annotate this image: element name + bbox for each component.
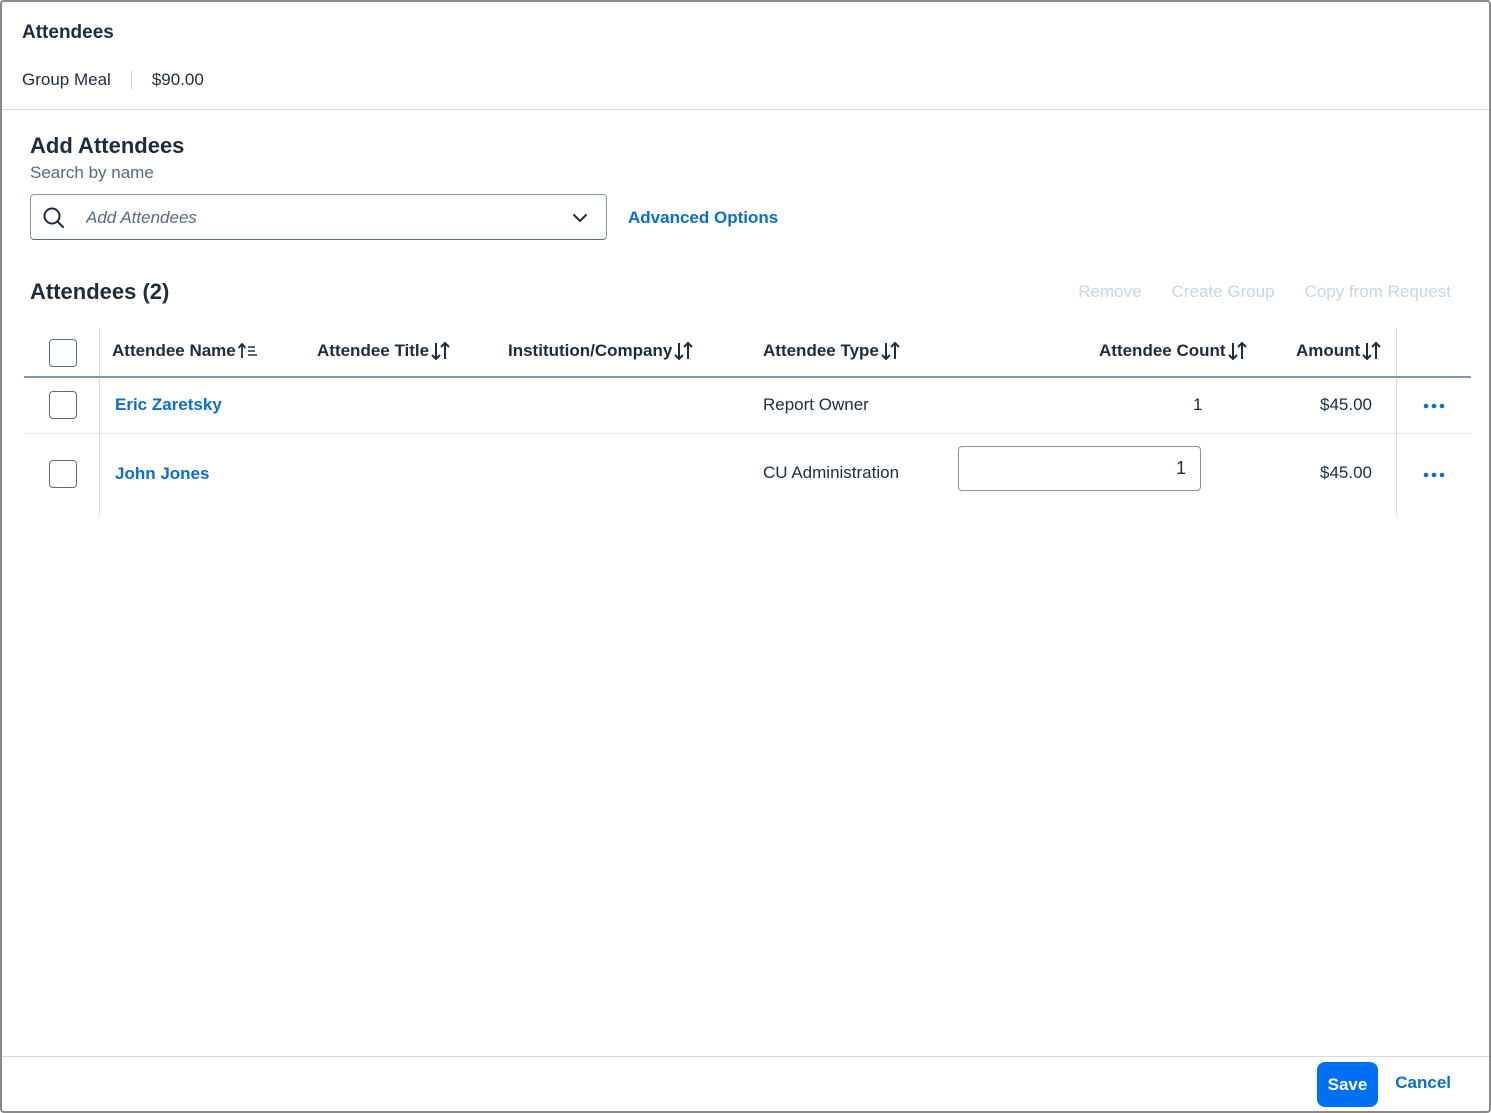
attendee-type: Report Owner [763, 395, 869, 414]
sort-icon [431, 341, 450, 361]
attendee-count: 1 [1193, 395, 1203, 414]
chevron-down-icon[interactable] [571, 209, 589, 227]
sort-icon [1362, 341, 1381, 361]
row-checkbox[interactable] [49, 460, 77, 488]
column-header-count[interactable]: Attendee Count [1099, 341, 1249, 361]
expense-amount: $90.00 [151, 70, 204, 89]
attendees-list-title: Attendees (2) [30, 279, 170, 304]
summary-divider [130, 71, 132, 89]
expense-summary: Group Meal $90.00 [22, 70, 204, 90]
expense-type: Group Meal [22, 70, 111, 89]
copy-from-request-button[interactable]: Copy from Request [1305, 282, 1451, 302]
attendee-count-input[interactable] [958, 446, 1201, 491]
attendees-table: Attendee Name Attendee Title Institution… [24, 329, 1471, 515]
dialog-title: Attendees [22, 22, 114, 43]
remove-button[interactable]: Remove [1078, 282, 1141, 302]
add-attendees-title: Add Attendees [30, 133, 185, 158]
table-header: Attendee Name Attendee Title Institution… [24, 329, 1471, 378]
advanced-options-link[interactable]: Advanced Options [628, 208, 778, 228]
attendee-name-link[interactable]: Eric Zaretsky [115, 395, 222, 415]
sort-icon [881, 341, 900, 361]
dialog-footer: Save Cancel [2, 1056, 1489, 1111]
search-input[interactable] [86, 203, 556, 233]
attendees-dialog: Attendees Group Meal $90.00 Add Attendee… [0, 0, 1491, 1113]
column-header-title[interactable]: Attendee Title [317, 341, 452, 361]
dialog-header: Attendees Group Meal $90.00 [2, 2, 1489, 110]
row-checkbox[interactable] [49, 391, 77, 419]
more-actions-icon[interactable] [1422, 402, 1446, 410]
table-row[interactable]: John Jones CU Administration $45.00 [24, 434, 1471, 514]
select-all-checkbox[interactable] [49, 339, 77, 367]
column-header-company[interactable]: Institution/Company [508, 341, 695, 361]
column-header-amount[interactable]: Amount [1296, 341, 1383, 361]
search-icon [43, 207, 64, 228]
sort-icon [1227, 341, 1247, 361]
save-button[interactable]: Save [1317, 1062, 1378, 1107]
more-actions-icon[interactable] [1422, 471, 1446, 479]
attendees-toolbar: Remove Create Group Copy from Request [1078, 282, 1451, 302]
attendee-name-link[interactable]: John Jones [115, 464, 209, 484]
sort-icon [674, 341, 694, 361]
column-header-name[interactable]: Attendee Name [112, 341, 259, 361]
create-group-button[interactable]: Create Group [1172, 282, 1275, 302]
attendee-amount: $45.00 [1320, 463, 1372, 482]
attendee-type: CU Administration [763, 463, 900, 482]
table-row[interactable]: Eric Zaretsky Report Owner 1 $45.00 [24, 378, 1471, 434]
sort-ascending-icon [237, 342, 257, 358]
attendee-amount: $45.00 [1320, 395, 1372, 414]
search-label: Search by name [30, 163, 154, 182]
attendee-search-combobox[interactable] [30, 194, 607, 240]
column-header-type[interactable]: Attendee Type [763, 341, 902, 361]
cancel-button[interactable]: Cancel [1395, 1073, 1451, 1093]
